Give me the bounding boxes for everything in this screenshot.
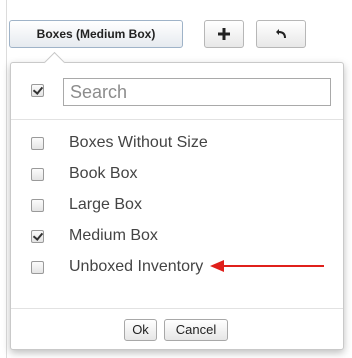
option-checkbox[interactable] xyxy=(31,230,44,243)
search-input[interactable] xyxy=(63,78,331,106)
option-checkbox[interactable] xyxy=(31,168,44,181)
background-panel-edge xyxy=(0,0,7,358)
option-checkbox[interactable] xyxy=(31,261,44,274)
search-row xyxy=(11,63,343,120)
popup-footer: Ok Cancel xyxy=(11,308,343,349)
cancel-button[interactable]: Cancel xyxy=(164,319,228,341)
option-label: Medium Box xyxy=(69,227,158,244)
filter-dropdown-button[interactable]: Boxes (Medium Box) xyxy=(9,20,183,48)
list-item[interactable]: Boxes Without Size xyxy=(11,128,343,159)
plus-icon xyxy=(218,28,230,40)
add-button[interactable] xyxy=(204,20,244,48)
ok-button[interactable]: Ok xyxy=(124,319,157,341)
filter-popup: Boxes Without Size Book Box Large Box Me… xyxy=(10,51,344,350)
option-checkbox[interactable] xyxy=(31,137,44,150)
undo-button[interactable] xyxy=(256,20,306,48)
page: Boxes (Medium Box) Boxes Without Size xyxy=(0,0,352,358)
red-arrow-left-icon xyxy=(210,260,324,272)
option-label: Book Box xyxy=(69,165,138,182)
list-item[interactable]: Large Box xyxy=(11,190,343,221)
option-label: Boxes Without Size xyxy=(69,134,208,151)
list-item[interactable]: Book Box xyxy=(11,159,343,190)
option-label: Unboxed Inventory xyxy=(69,258,204,275)
select-all-checkbox[interactable] xyxy=(31,84,44,97)
list-item[interactable]: Medium Box xyxy=(11,221,343,252)
undo-icon xyxy=(276,29,286,38)
option-label: Large Box xyxy=(69,196,142,213)
option-checkbox[interactable] xyxy=(31,199,44,212)
